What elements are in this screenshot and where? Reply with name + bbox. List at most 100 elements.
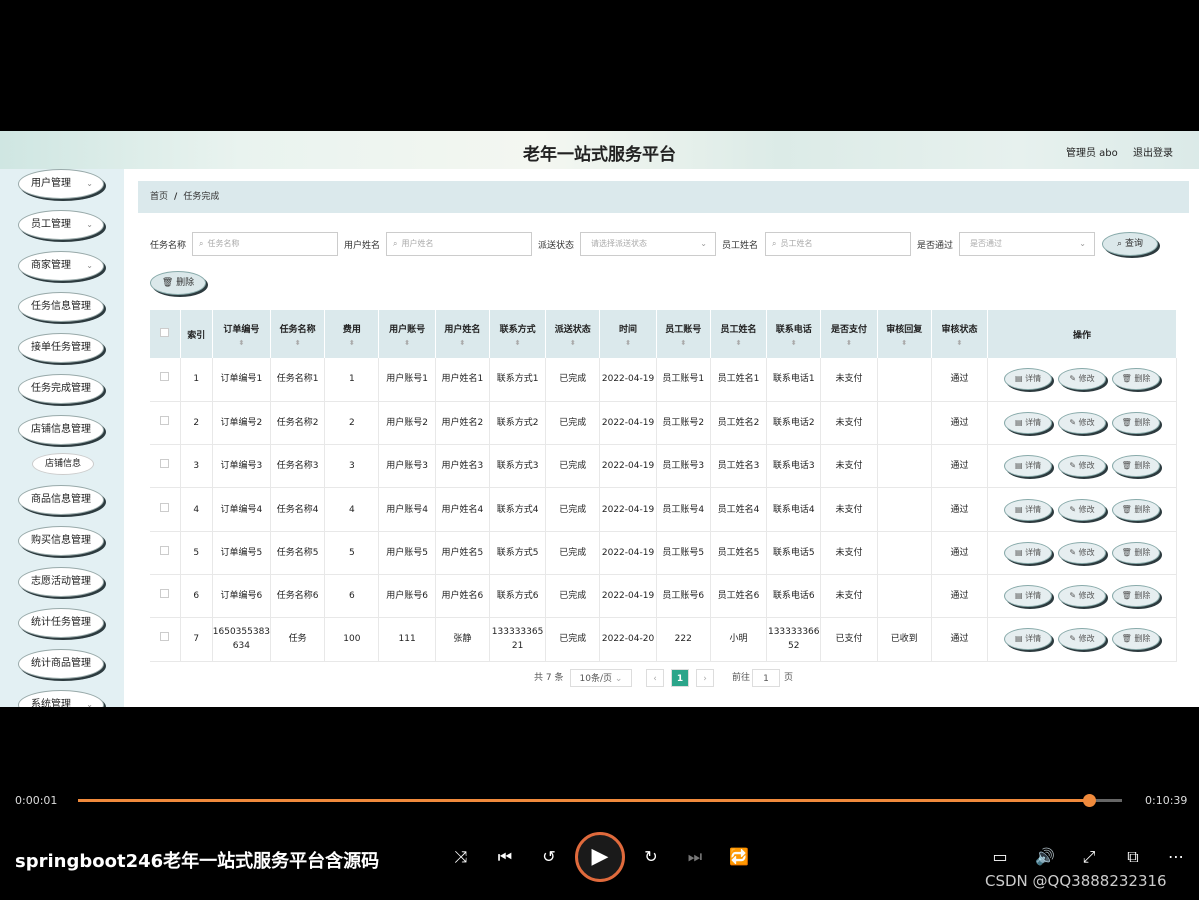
sort-icon[interactable]: ⬍ xyxy=(878,339,931,347)
column-header[interactable]: 联系方式 ⬍ xyxy=(489,310,547,358)
forward-30-icon[interactable]: ↻ xyxy=(639,847,663,866)
detail-button[interactable]: ▤ 详情 xyxy=(1004,628,1053,651)
column-header[interactable]: 用户姓名 ⬍ xyxy=(435,310,490,358)
sort-icon[interactable]: ⬍ xyxy=(821,339,876,347)
bulk-delete-button[interactable]: 🗑 删除 xyxy=(150,271,206,295)
sidebar-item[interactable]: 统计任务管理 xyxy=(18,608,104,638)
sidebar-item[interactable]: 店铺信息管理 xyxy=(18,415,104,445)
column-header[interactable]: 时间 ⬍ xyxy=(599,310,657,358)
play-button[interactable]: ▶ xyxy=(575,832,625,882)
row-checkbox[interactable] xyxy=(160,545,170,555)
page-1-button[interactable]: 1 xyxy=(671,669,689,687)
next-page-button[interactable]: › xyxy=(696,669,714,687)
sort-icon[interactable]: ⬍ xyxy=(600,339,655,347)
row-checkbox[interactable] xyxy=(160,632,170,642)
column-header[interactable]: 任务名称 ⬍ xyxy=(270,310,326,358)
sidebar-item[interactable]: 商品信息管理 xyxy=(18,485,104,515)
column-header[interactable]: 订单编号 ⬍ xyxy=(212,310,272,358)
delete-button[interactable]: 🗑 删除 xyxy=(1112,585,1161,608)
fullscreen-icon[interactable]: ⤢ xyxy=(1077,847,1101,867)
prev-page-button[interactable]: ‹ xyxy=(646,669,664,687)
detail-button[interactable]: ▤ 详情 xyxy=(1004,411,1053,434)
detail-button[interactable]: ▤ 详情 xyxy=(1004,541,1053,564)
delete-button[interactable]: 🗑 删除 xyxy=(1112,368,1161,391)
edit-button[interactable]: ✎ 修改 xyxy=(1058,368,1107,391)
edit-button[interactable]: ✎ 修改 xyxy=(1058,411,1107,434)
previous-icon[interactable]: ⏮ xyxy=(493,847,517,867)
column-header[interactable]: 费用 ⬍ xyxy=(324,310,380,358)
row-checkbox[interactable] xyxy=(160,502,170,512)
sidebar-item[interactable]: 员工管理 ⌄ xyxy=(18,210,104,240)
sidebar-item[interactable]: 商家管理 ⌄ xyxy=(18,251,104,281)
sidebar-item[interactable]: 系统管理 ⌄ xyxy=(18,690,104,707)
sort-icon[interactable]: ⬍ xyxy=(325,339,378,347)
sidebar-item[interactable]: 接单任务管理 xyxy=(18,333,104,363)
sort-icon[interactable]: ⬍ xyxy=(767,339,820,347)
column-header[interactable]: 员工账号 ⬍ xyxy=(656,310,711,358)
detail-button[interactable]: ▤ 详情 xyxy=(1004,585,1053,608)
select-all-checkbox[interactable] xyxy=(160,328,170,337)
sort-icon[interactable]: ⬍ xyxy=(379,339,434,347)
column-header[interactable]: 派送状态 ⬍ xyxy=(545,310,601,358)
task-name-input[interactable]: ⌕ 任务名称 xyxy=(192,232,338,256)
sidebar-item[interactable]: 用户管理 ⌄ xyxy=(18,169,104,199)
row-checkbox[interactable] xyxy=(160,589,170,599)
edit-button[interactable]: ✎ 修改 xyxy=(1058,585,1107,608)
column-header[interactable]: 用户账号 ⬍ xyxy=(378,310,436,358)
query-button[interactable]: ⌕ 查询 xyxy=(1102,232,1158,256)
column-header[interactable]: 是否支付 ⬍ xyxy=(820,310,878,358)
delete-button[interactable]: 🗑 删除 xyxy=(1112,628,1161,651)
sidebar-item[interactable]: 任务完成管理 xyxy=(18,374,104,404)
delete-button[interactable]: 🗑 删除 xyxy=(1112,541,1161,564)
detail-button[interactable]: ▤ 详情 xyxy=(1004,455,1053,478)
column-header[interactable]: 联系电话 ⬍ xyxy=(766,310,822,358)
edit-button[interactable]: ✎ 修改 xyxy=(1058,455,1107,478)
sort-icon[interactable]: ⬍ xyxy=(932,339,987,347)
sort-icon[interactable]: ⬍ xyxy=(657,339,710,347)
miniplayer-icon[interactable]: ⧉ xyxy=(1121,847,1145,867)
sort-icon[interactable]: ⬍ xyxy=(271,339,324,347)
row-checkbox[interactable] xyxy=(160,415,170,425)
shuffle-icon[interactable]: ⤨ xyxy=(449,847,473,867)
detail-button[interactable]: ▤ 详情 xyxy=(1004,368,1053,391)
row-checkbox[interactable] xyxy=(160,459,170,469)
user-name-input[interactable]: ⌕ 用户姓名 xyxy=(386,232,532,256)
sort-icon[interactable]: ⬍ xyxy=(213,339,270,347)
dispatch-status-select[interactable]: 请选择派送状态 ⌄ xyxy=(580,232,716,256)
column-header[interactable]: 索引 xyxy=(180,310,213,358)
delete-button[interactable]: 🗑 删除 xyxy=(1112,411,1161,434)
edit-button[interactable]: ✎ 修改 xyxy=(1058,541,1107,564)
delete-button[interactable]: 🗑 删除 xyxy=(1112,498,1161,521)
sidebar-item[interactable]: 志愿活动管理 xyxy=(18,567,104,597)
progress-knob[interactable] xyxy=(1082,794,1096,807)
rewind-10-icon[interactable]: ↺ xyxy=(537,847,561,866)
sort-icon[interactable]: ⬍ xyxy=(711,339,766,347)
subtitles-icon[interactable]: ▭ xyxy=(988,847,1012,866)
delete-button[interactable]: 🗑 删除 xyxy=(1112,455,1161,478)
edit-button[interactable]: ✎ 修改 xyxy=(1058,628,1107,651)
goto-page-input[interactable]: 1 xyxy=(752,669,780,687)
column-header[interactable]: 审核状态 ⬍ xyxy=(931,310,989,358)
next-icon[interactable]: ⏭ xyxy=(683,847,707,867)
more-icon[interactable]: ⋯ xyxy=(1164,847,1188,866)
sidebar-subitem-shop-info[interactable]: 店铺信息 xyxy=(32,453,94,475)
breadcrumb-home[interactable]: 首页 xyxy=(150,192,168,202)
page-size-select[interactable]: 10条/页 ⌄ xyxy=(570,669,632,687)
sort-icon[interactable]: ⬍ xyxy=(436,339,489,347)
logout-link[interactable]: 退出登录 xyxy=(1133,144,1173,159)
sort-icon[interactable]: ⬍ xyxy=(546,339,599,347)
edit-button[interactable]: ✎ 修改 xyxy=(1058,498,1107,521)
progress-track[interactable] xyxy=(78,794,1122,807)
sidebar-item[interactable]: 统计商品管理 xyxy=(18,649,104,679)
detail-button[interactable]: ▤ 详情 xyxy=(1004,498,1053,521)
column-header[interactable]: 审核回复 ⬍ xyxy=(877,310,932,358)
sidebar-item[interactable]: 任务信息管理 xyxy=(18,292,104,322)
approved-select[interactable]: 是否通过 ⌄ xyxy=(959,232,1095,256)
volume-icon[interactable]: 🔊 xyxy=(1033,847,1057,866)
staff-name-input[interactable]: ⌕ 员工姓名 xyxy=(765,232,911,256)
column-header[interactable]: 员工姓名 ⬍ xyxy=(710,310,768,358)
sidebar-item[interactable]: 购买信息管理 xyxy=(18,526,104,556)
repeat-icon[interactable]: 🔁 xyxy=(727,847,751,866)
row-checkbox[interactable] xyxy=(160,372,170,382)
sort-icon[interactable]: ⬍ xyxy=(490,339,545,347)
